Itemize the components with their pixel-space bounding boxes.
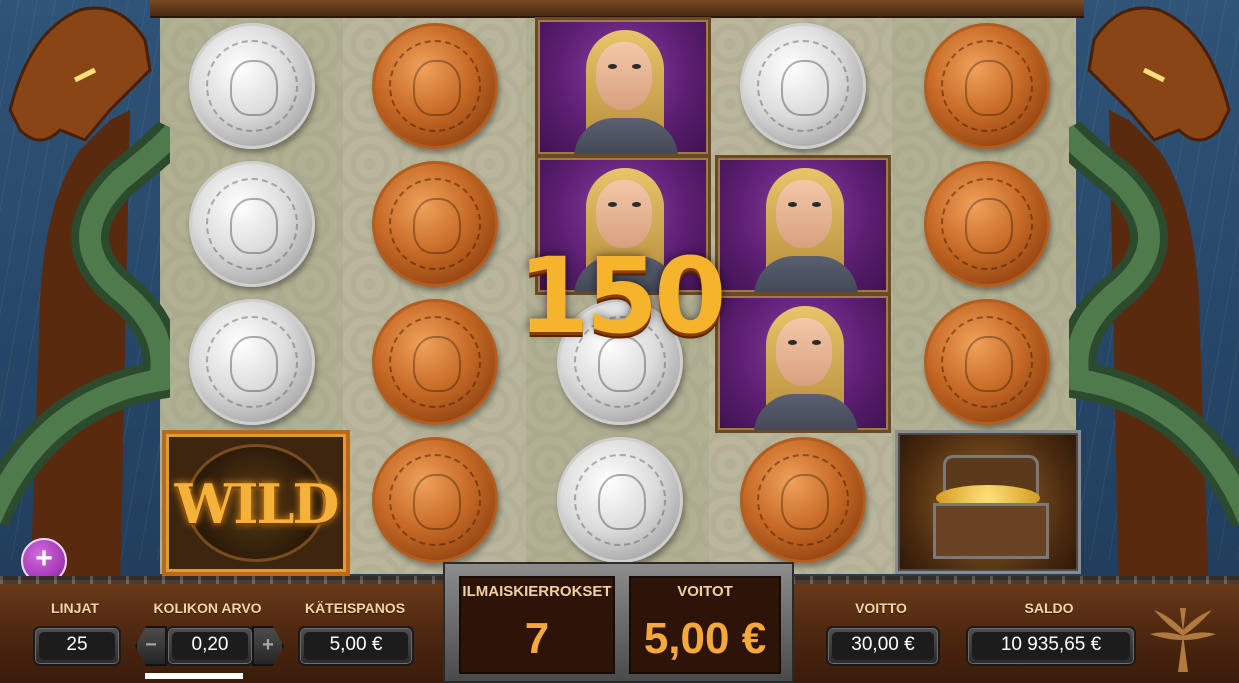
- symbol-silver-coin: [167, 296, 337, 428]
- coin-value: 0,20: [172, 632, 248, 660]
- dragon-prow-icon: [0, 0, 192, 600]
- wins-panel: VOITOT 5,00 €: [629, 576, 781, 674]
- win-label: VOITTO: [855, 600, 907, 616]
- symbol-silver-coin: [535, 434, 705, 566]
- wins-value: 5,00 €: [643, 614, 767, 663]
- free-spins-value: 7: [524, 614, 550, 663]
- free-spins-panel: ILMAISKIERROKSET 7: [459, 576, 615, 674]
- coin-value-label: KOLIKON ARVO: [153, 600, 262, 616]
- cash-bet-field[interactable]: 5,00 €: [298, 626, 414, 666]
- symbol-copper-coin: [902, 20, 1072, 152]
- wins-label: VOITOT: [677, 583, 733, 600]
- symbol-silver-coin: [167, 20, 337, 152]
- cash-bet-value: 5,00 €: [304, 632, 408, 660]
- cash-bet-label: KÄTEISPANOS: [304, 600, 406, 616]
- symbol-silver-coin: [167, 158, 337, 290]
- ship-beam: [150, 0, 1084, 18]
- lines-label: LINJAT: [51, 600, 99, 616]
- win-field: 30,00 €: [826, 626, 940, 666]
- dragon-prow-icon: [1047, 0, 1239, 600]
- win-popup-amount: 150: [517, 235, 726, 357]
- symbol-copper-coin: [902, 296, 1072, 428]
- balance-label: SALDO: [1024, 600, 1074, 616]
- symbol-copper-coin: [350, 20, 520, 152]
- symbol-silver-coin: [718, 20, 888, 152]
- coin-value-field: 0,20: [166, 626, 254, 666]
- symbol-copper-coin: [902, 158, 1072, 290]
- progress-strip: [145, 673, 243, 679]
- free-spins-label: ILMAISKIERROKSET: [462, 583, 612, 600]
- wild-text: WILD: [174, 472, 340, 536]
- win-value: 30,00 €: [832, 632, 934, 660]
- symbol-copper-coin: [350, 434, 520, 566]
- symbol-treasure-chest: [895, 430, 1081, 574]
- symbol-viking-girl: [535, 17, 711, 157]
- symbol-copper-coin: [718, 434, 888, 566]
- lines-field[interactable]: 25: [33, 626, 121, 666]
- spin-info-box: ILMAISKIERROKSET 7 VOITOT 5,00 €: [443, 562, 794, 683]
- lines-value: 25: [39, 632, 115, 660]
- yggdrasil-logo-icon: [1148, 606, 1218, 672]
- symbol-wild: WILD: [162, 430, 350, 576]
- balance-field: 10 935,65 €: [966, 626, 1136, 666]
- balance-value: 10 935,65 €: [972, 632, 1130, 660]
